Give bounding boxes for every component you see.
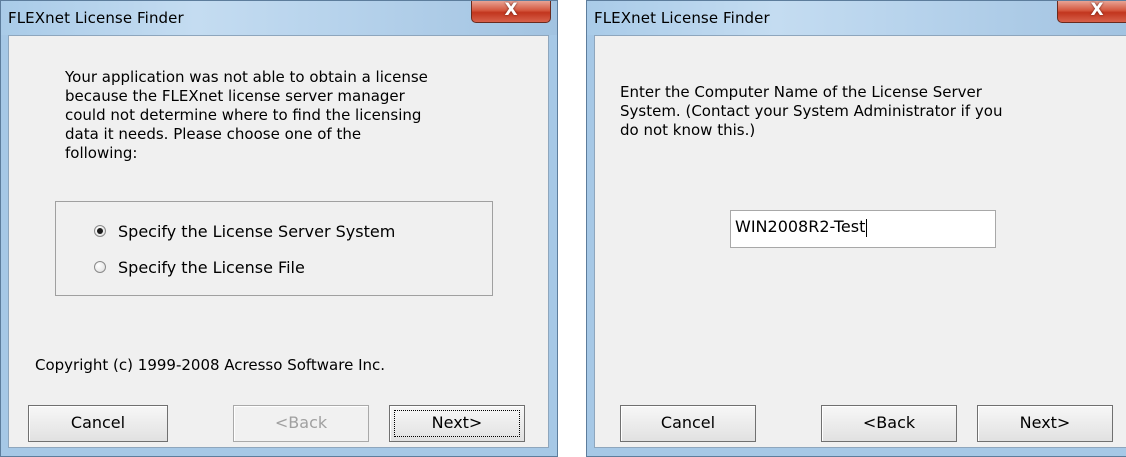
next-label: Next> xyxy=(1019,413,1071,432)
copyright-text: Copyright (c) 1999-2008 Acresso Software… xyxy=(35,356,386,374)
option-label[interactable]: Specify the License File xyxy=(118,258,305,277)
radio-selected-icon[interactable] xyxy=(94,225,106,237)
window-title: FLEXnet License Finder xyxy=(8,9,184,27)
next-button[interactable]: Next> xyxy=(389,405,525,442)
back-button[interactable]: <Back xyxy=(821,405,957,442)
license-finder-dialog-right: FLEXnet License Finder X Enter the Compu… xyxy=(586,0,1126,457)
license-finder-dialog-left: FLEXnet License Finder X Your applicatio… xyxy=(0,0,558,457)
cancel-label: Cancel xyxy=(70,413,126,432)
close-button[interactable]: X xyxy=(471,0,551,23)
text-caret xyxy=(866,218,868,237)
dialog-body: Your application was not able to obtain … xyxy=(8,35,549,448)
instruction-text: Enter the Computer Name of the License S… xyxy=(620,83,1003,139)
radio-unselected-icon[interactable] xyxy=(94,261,106,273)
close-button[interactable]: X xyxy=(1057,0,1126,23)
cancel-label: Cancel xyxy=(660,413,716,432)
cancel-button[interactable]: Cancel xyxy=(620,405,756,442)
instruction-text: Your application was not able to obtain … xyxy=(65,68,428,162)
option-license-file[interactable]: Specify the License File xyxy=(94,257,305,277)
back-label: <Back xyxy=(862,413,916,432)
option-label[interactable]: Specify the License Server System xyxy=(118,222,395,241)
option-license-server[interactable]: Specify the License Server System xyxy=(94,221,395,241)
server-name-input[interactable]: WIN2008R2-Test xyxy=(730,210,996,248)
next-button[interactable]: Next> xyxy=(977,405,1113,442)
next-label: Next> xyxy=(431,413,483,432)
window-title: FLEXnet License Finder xyxy=(594,9,770,27)
back-button[interactable]: <Back xyxy=(233,405,369,442)
title-bar[interactable]: FLEXnet License Finder X xyxy=(1,0,557,35)
title-bar[interactable]: FLEXnet License Finder X xyxy=(587,0,1126,35)
cancel-button[interactable]: Cancel xyxy=(28,405,168,442)
option-group: Specify the License Server System Specif… xyxy=(55,201,493,296)
back-label: <Back xyxy=(274,413,328,432)
dialog-body: Enter the Computer Name of the License S… xyxy=(594,35,1126,448)
close-icon: X xyxy=(1090,0,1104,20)
server-name-value: WIN2008R2-Test xyxy=(735,217,866,236)
close-icon: X xyxy=(504,0,518,20)
